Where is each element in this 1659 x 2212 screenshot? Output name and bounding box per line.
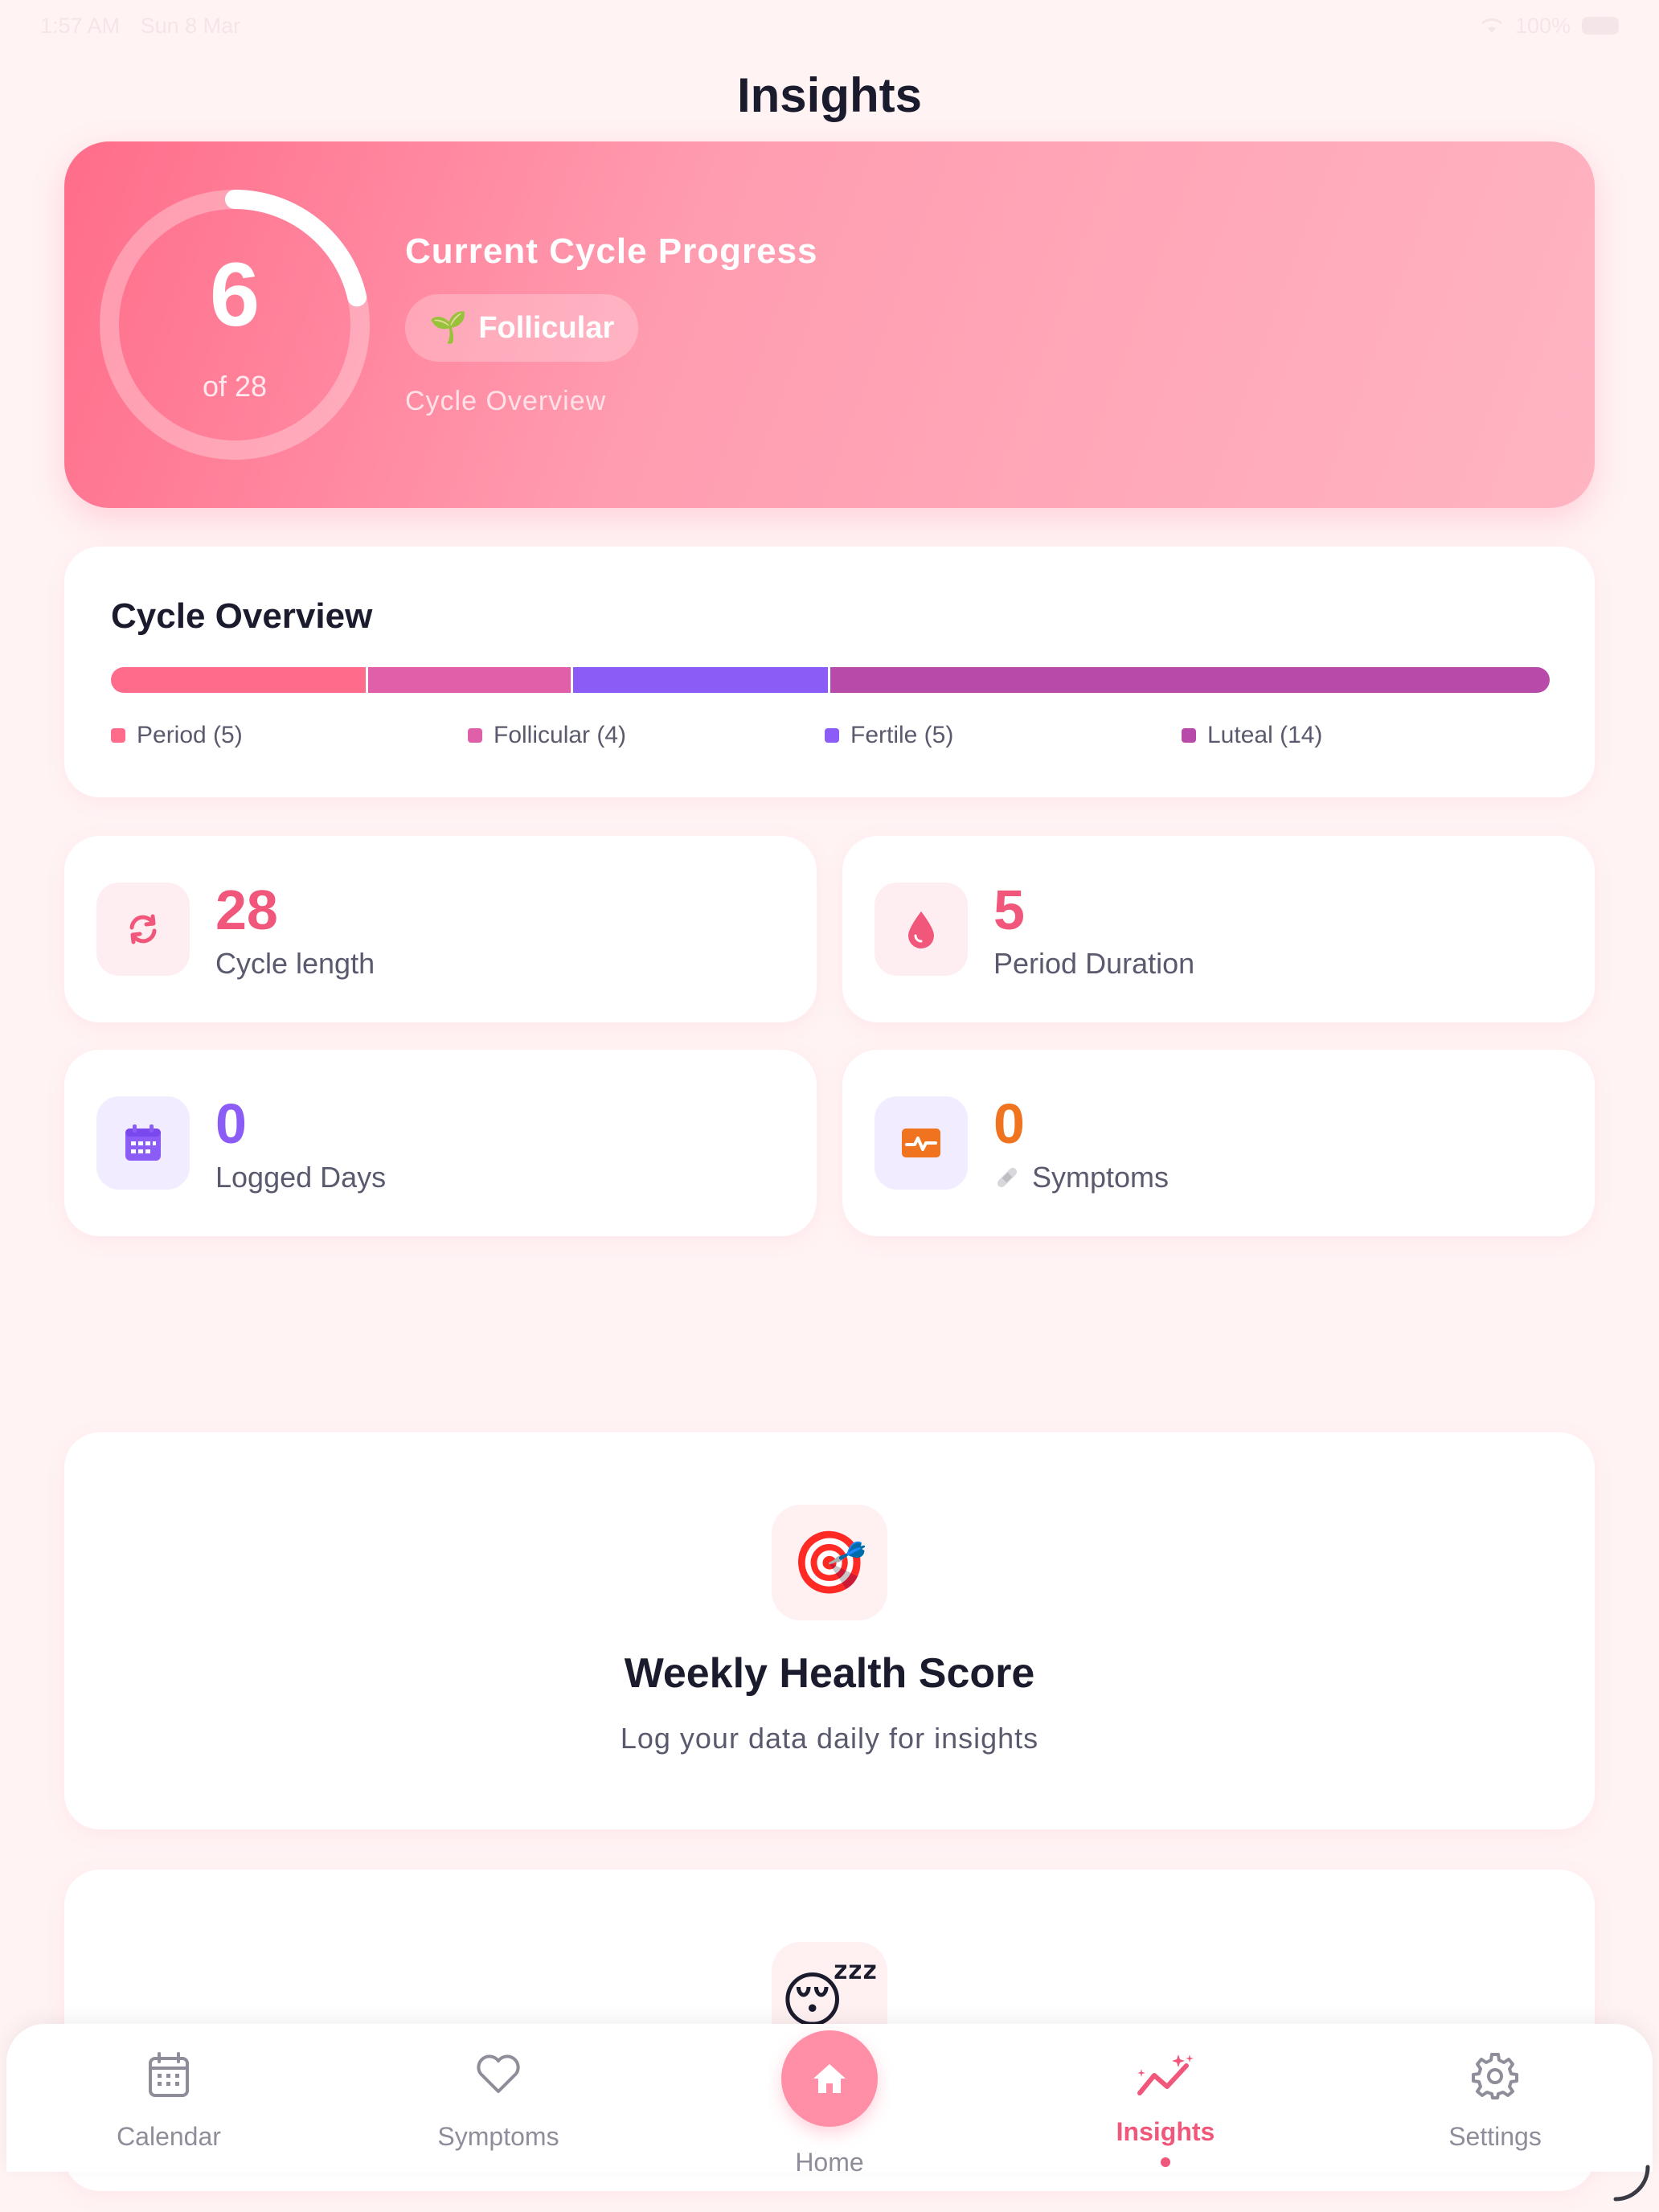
status-bar: 1:57 AM Sun 8 Mar 100% bbox=[0, 0, 1659, 51]
legend-item: Period (5) bbox=[111, 722, 468, 749]
battery-percent: 100% bbox=[1514, 13, 1571, 38]
legend-swatch bbox=[1182, 728, 1196, 743]
cycle-progress-card[interactable]: 6 of 28 Current Cycle Progress 🌱 Follicu… bbox=[64, 141, 1595, 508]
gear-icon bbox=[1366, 2051, 1624, 2103]
battery-icon bbox=[1582, 17, 1619, 35]
bandage-icon bbox=[997, 1167, 1018, 1188]
current-cycle-day: 6 bbox=[209, 244, 260, 345]
legend-swatch bbox=[468, 728, 482, 743]
cycle-length-card: 28 Cycle length bbox=[64, 836, 817, 1022]
health-score-subtitle: Log your data daily for insights bbox=[620, 1722, 1039, 1755]
drop-icon bbox=[875, 883, 968, 976]
tab-insights[interactable]: Insights bbox=[1037, 2024, 1294, 2172]
logged-days-card: 0 Logged Days bbox=[64, 1050, 817, 1236]
tab-symptoms[interactable]: Symptoms bbox=[370, 2024, 627, 2172]
legend-label: Fertile (5) bbox=[850, 722, 954, 748]
page-title: Insights bbox=[736, 68, 922, 122]
legend-swatch bbox=[825, 728, 839, 743]
period-duration-label: Period Duration bbox=[993, 947, 1195, 980]
legend-label: Period (5) bbox=[137, 722, 243, 748]
phase-segment bbox=[573, 667, 830, 693]
legend-label: Follicular (4) bbox=[494, 722, 627, 748]
insights-tab-icon bbox=[1037, 2051, 1294, 2103]
home-icon bbox=[813, 2064, 846, 2093]
tab-settings[interactable]: Settings bbox=[1366, 2024, 1624, 2172]
sync-icon bbox=[96, 883, 190, 976]
period-duration-value: 5 bbox=[993, 879, 1025, 941]
phase-bar bbox=[111, 667, 1550, 693]
symptoms-label: Symptoms bbox=[1032, 1161, 1169, 1194]
status-right: 100% bbox=[1480, 14, 1619, 39]
wifi-icon bbox=[1481, 18, 1502, 33]
cycle-overview-card: Cycle Overview Period (5) Follicular (4) F… bbox=[64, 547, 1595, 797]
symptoms-label-row: Symptoms bbox=[993, 1161, 1169, 1194]
cycle-overview-link[interactable]: Cycle Overview bbox=[405, 386, 606, 417]
active-tab-indicator bbox=[1161, 2157, 1170, 2167]
tab-symptoms-label: Symptoms bbox=[437, 2122, 559, 2151]
status-date: Sun 8 Mar bbox=[140, 13, 241, 38]
corner-indicator bbox=[1613, 2165, 1650, 2202]
symptoms-value: 0 bbox=[993, 1092, 1025, 1155]
legend-swatch bbox=[111, 728, 125, 743]
weekly-health-score-card: 🎯 Weekly Health Score Log your data dail… bbox=[64, 1432, 1595, 1829]
cycle-progress-title: Current Cycle Progress bbox=[405, 231, 818, 271]
legend-item: Fertile (5) bbox=[825, 722, 1182, 749]
tab-calendar[interactable]: Calendar bbox=[40, 2024, 297, 2172]
tab-settings-label: Settings bbox=[1448, 2122, 1542, 2151]
phase-segment bbox=[111, 667, 368, 693]
cycle-total-days: of 28 bbox=[202, 370, 268, 403]
period-duration-card: 5 Period Duration bbox=[842, 836, 1595, 1022]
symptoms-card: 0 Symptoms bbox=[842, 1050, 1595, 1236]
phase-legend: Period (5) Follicular (4) Fertile (5) Lutea… bbox=[111, 722, 1550, 749]
health-score-title: Weekly Health Score bbox=[624, 1650, 1035, 1697]
home-button[interactable] bbox=[781, 2030, 878, 2127]
calendar-icon bbox=[96, 1096, 190, 1190]
tab-bar: Calendar Symptoms Home Insights Settings bbox=[6, 2024, 1653, 2177]
logged-days-label: Logged Days bbox=[215, 1161, 387, 1194]
tab-home-label: Home bbox=[795, 2148, 864, 2177]
calendar-tab-icon bbox=[40, 2051, 297, 2103]
logged-days-value: 0 bbox=[215, 1092, 247, 1155]
status-left: 1:57 AM Sun 8 Mar bbox=[40, 14, 240, 39]
phase-segment bbox=[367, 667, 574, 693]
legend-item: Luteal (14) bbox=[1182, 722, 1538, 749]
legend-item: Follicular (4) bbox=[468, 722, 825, 749]
target-icon: 🎯 bbox=[772, 1505, 887, 1620]
seedling-icon: 🌱 bbox=[429, 311, 468, 345]
tab-calendar-label: Calendar bbox=[117, 2122, 221, 2151]
cycle-progress-ring: 6 of 28 bbox=[96, 186, 373, 463]
pulse-icon bbox=[875, 1096, 968, 1190]
cycle-overview-title: Cycle Overview bbox=[111, 596, 373, 636]
status-time: 1:57 AM bbox=[40, 13, 121, 38]
phase-label: Follicular bbox=[478, 310, 615, 345]
cycle-length-label: Cycle length bbox=[215, 947, 375, 980]
legend-label: Luteal (14) bbox=[1207, 722, 1323, 748]
tab-insights-label: Insights bbox=[1116, 2117, 1215, 2146]
phase-segment bbox=[830, 667, 1550, 693]
phase-badge: 🌱 Follicular bbox=[405, 294, 639, 362]
heart-tab-icon bbox=[370, 2051, 627, 2103]
cycle-length-value: 28 bbox=[215, 879, 278, 941]
